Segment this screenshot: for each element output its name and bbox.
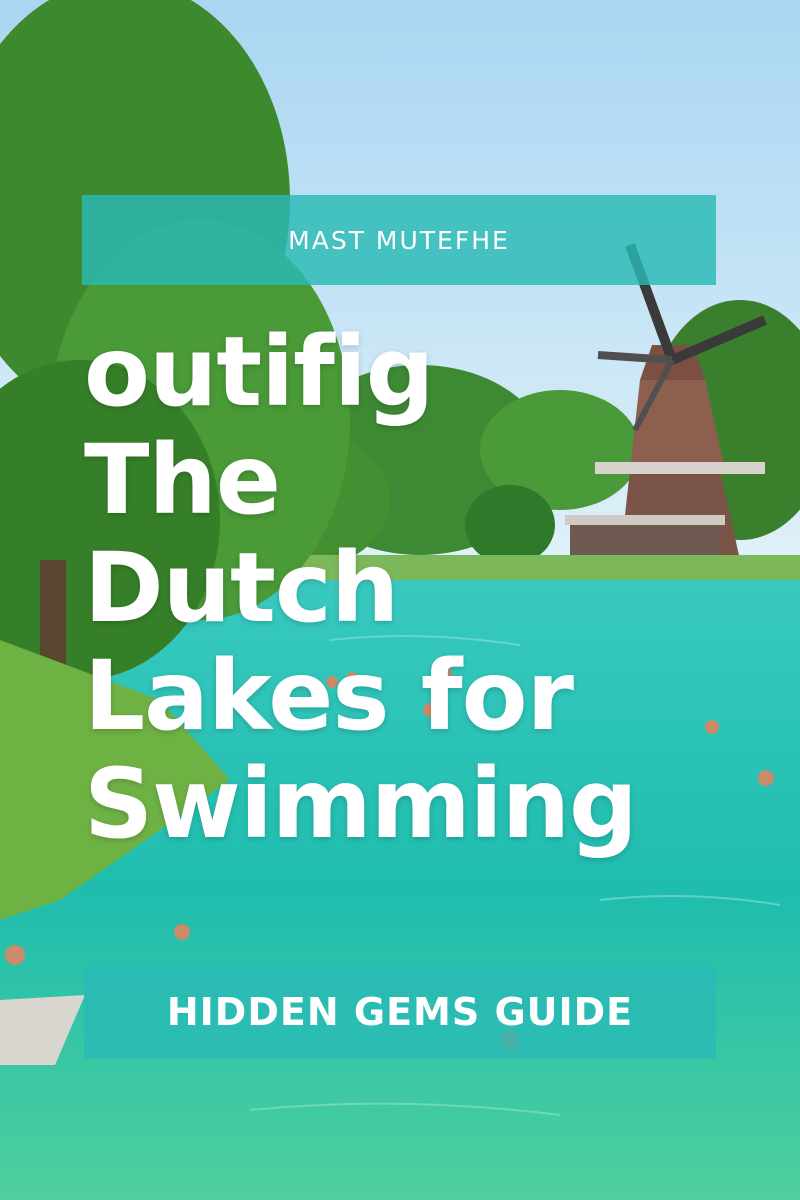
bottom-banner-text: HIDDEN GEMS GUIDE — [166, 990, 634, 1034]
headline-line-4: Lakes for — [84, 640, 574, 752]
headline-line-5: Swimming — [84, 748, 638, 860]
top-banner-text: MAST MUTEFHE — [288, 225, 510, 255]
headline-line-3: Dutch — [84, 532, 399, 644]
headline: outifig The Dutch Lakes for Swimming — [84, 318, 784, 858]
top-banner: MAST MUTEFHE — [82, 195, 716, 285]
headline-line-1: outifig — [84, 316, 434, 428]
headline-line-2: The — [84, 424, 281, 536]
bottom-banner: HIDDEN GEMS GUIDE — [84, 965, 716, 1059]
